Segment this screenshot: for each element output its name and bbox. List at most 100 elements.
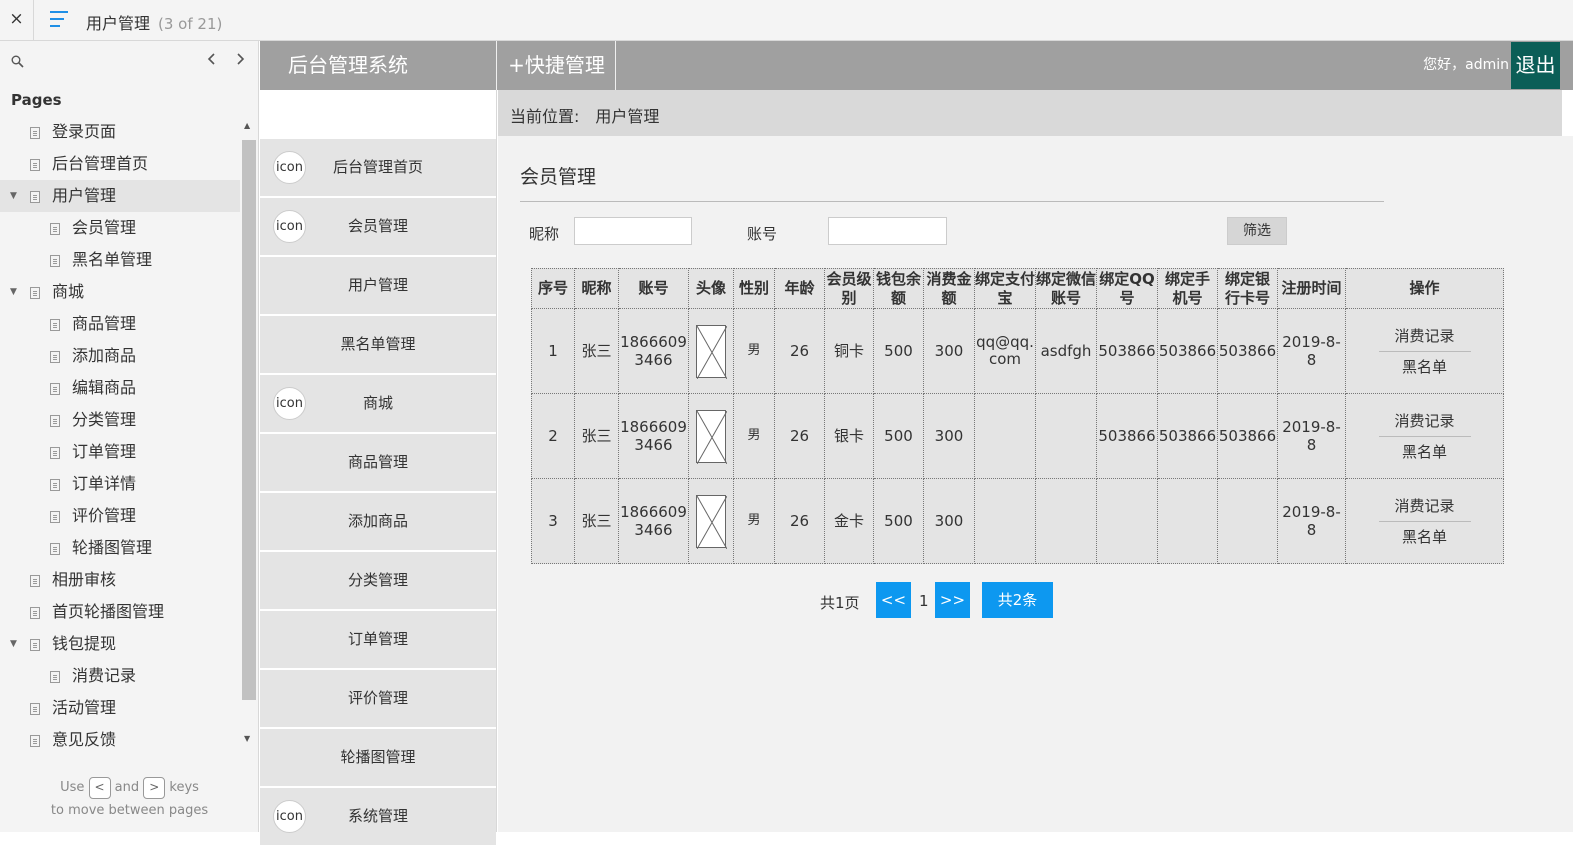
sitemap-item[interactable]: 活动管理 xyxy=(0,692,240,724)
page-count: (3 of 21) xyxy=(158,15,223,33)
sitemap-item[interactable]: 分类管理 xyxy=(0,404,240,436)
sitemap-item[interactable]: 意见反馈 xyxy=(0,724,240,756)
next-page-icon[interactable] xyxy=(235,51,245,70)
side-menu-item[interactable]: 订单管理 xyxy=(260,609,496,668)
side-menu-item[interactable]: 评价管理 xyxy=(260,668,496,727)
sitemap-item[interactable]: 订单管理 xyxy=(0,436,240,468)
actions-cell: 消费记录 黑名单 xyxy=(1345,478,1504,564)
side-menu-label: 轮播图管理 xyxy=(340,748,416,766)
pages-heading: Pages xyxy=(11,91,62,109)
side-menu-item[interactable]: 分类管理 xyxy=(260,550,496,609)
sitemap-scrollbar[interactable]: ▲ ▼ xyxy=(241,121,256,746)
cell-spent: 300 xyxy=(923,478,975,564)
sitemap-item[interactable]: 商品管理 xyxy=(0,308,240,340)
page-icon xyxy=(50,223,60,235)
viewer-toolbar: × 用户管理 (3 of 21) xyxy=(0,0,1573,41)
consumption-record-link[interactable]: 消费记录 xyxy=(1346,321,1503,351)
cell-gender: 男 xyxy=(733,393,775,479)
expand-arrow-icon[interactable]: ▼ xyxy=(10,628,17,660)
page-title-text: 用户管理 xyxy=(86,14,151,33)
blacklist-link[interactable]: 黑名单 xyxy=(1346,352,1503,382)
side-menu-label: 订单管理 xyxy=(347,630,408,648)
breadcrumb-current: 用户管理 xyxy=(595,107,660,126)
quick-manage-button[interactable]: +快捷管理 xyxy=(498,41,616,90)
cell-bank xyxy=(1217,478,1278,564)
sitemap-item[interactable]: 轮播图管理 xyxy=(0,532,240,564)
avatar-cell xyxy=(688,308,734,394)
search-icon[interactable] xyxy=(11,55,24,72)
side-menu-item[interactable]: 黑名单管理 xyxy=(260,314,496,373)
side-menu-item[interactable]: 轮播图管理 xyxy=(260,727,496,786)
sitemap-item[interactable]: 订单详情 xyxy=(0,468,240,500)
column-header: 绑定QQ号 xyxy=(1096,268,1158,309)
page-icon xyxy=(50,543,60,555)
account-input[interactable] xyxy=(828,217,947,245)
sitemap-item[interactable]: 评价管理 xyxy=(0,500,240,532)
sitemap-item[interactable]: 登录页面 xyxy=(0,116,240,148)
column-header: 账号 xyxy=(618,268,689,309)
sitemap-item[interactable]: ▼ 用户管理 xyxy=(0,180,240,212)
hamburger-menu-icon[interactable] xyxy=(50,11,68,29)
cell-date: 2019-8-8 xyxy=(1277,393,1346,479)
scroll-up-icon[interactable]: ▲ xyxy=(244,121,250,130)
blacklist-link[interactable]: 黑名单 xyxy=(1346,522,1503,552)
side-menu-label: 添加商品 xyxy=(347,512,408,530)
sitemap-item[interactable]: 添加商品 xyxy=(0,340,240,372)
sitemap-tree: 登录页面 后台管理首页 ▼ 用户管理 会员管理 黑名单管理 ▼ 商城 商品管理 添加商品 编辑商品分… xyxy=(0,116,240,756)
cell-nick: 张三 xyxy=(574,478,619,564)
sitemap-item[interactable]: 编辑商品 xyxy=(0,372,240,404)
table-row: 3 张三 18666093466 男 26 金卡 500 300 2019-8-8 消费记录 黑名单 xyxy=(531,478,1504,564)
cell-nick: 张三 xyxy=(574,393,619,479)
side-menu-spacer xyxy=(260,90,496,137)
cell-alipay xyxy=(974,478,1036,564)
cell-no: 1 xyxy=(531,308,575,394)
side-menu-item[interactable]: 商品管理 xyxy=(260,432,496,491)
prev-page-button[interactable]: << xyxy=(876,582,911,618)
side-menu-item[interactable]: 添加商品 xyxy=(260,491,496,550)
side-menu-item[interactable]: icon 后台管理首页 xyxy=(260,137,496,196)
total-items-button[interactable]: 共2条 xyxy=(982,582,1053,618)
current-page[interactable]: 1 xyxy=(919,592,929,610)
column-header: 性别 xyxy=(733,268,775,309)
scrollbar-thumb[interactable] xyxy=(242,140,256,700)
page-icon xyxy=(50,319,60,331)
side-menu-item[interactable]: 用户管理 xyxy=(260,255,496,314)
consumption-record-link[interactable]: 消费记录 xyxy=(1346,406,1503,436)
logout-button[interactable]: 退出 xyxy=(1511,42,1560,89)
next-page-button[interactable]: >> xyxy=(935,582,970,618)
expand-arrow-icon[interactable]: ▼ xyxy=(10,276,17,308)
sitemap-item[interactable]: 首页轮播图管理 xyxy=(0,596,240,628)
sitemap-item[interactable]: 消费记录 xyxy=(0,660,240,692)
scroll-down-icon[interactable]: ▼ xyxy=(244,734,250,743)
sitemap-item[interactable]: ▼ 商城 xyxy=(0,276,240,308)
sitemap-item[interactable]: 相册审核 xyxy=(0,564,240,596)
sitemap-panel: Pages 登录页面 后台管理首页 ▼ 用户管理 会员管理 黑名单管理 ▼ 商城 商品管理 添加商… xyxy=(0,41,259,832)
side-menu-label: 会员管理 xyxy=(347,217,408,235)
sitemap-item[interactable]: 后台管理首页 xyxy=(0,148,240,180)
previous-page-icon[interactable] xyxy=(207,51,217,70)
cell-spent: 300 xyxy=(923,308,975,394)
cell-phone: 503866 xyxy=(1157,393,1218,479)
blacklist-link[interactable]: 黑名单 xyxy=(1346,437,1503,467)
menu-item-icon: icon xyxy=(273,210,306,243)
consumption-record-link[interactable]: 消费记录 xyxy=(1346,491,1503,521)
sitemap-item-label: 订单详情 xyxy=(72,474,137,493)
expand-arrow-icon[interactable]: ▼ xyxy=(10,180,17,212)
side-menu-item[interactable]: icon 系统管理 xyxy=(260,786,496,845)
nickname-input[interactable] xyxy=(574,217,692,245)
sitemap-item[interactable]: 会员管理 xyxy=(0,212,240,244)
side-menu-label: 黑名单管理 xyxy=(340,335,416,353)
cell-balance: 500 xyxy=(873,393,924,479)
page-icon xyxy=(30,703,40,715)
sitemap-item-label: 商城 xyxy=(52,282,85,301)
avatar-placeholder-icon xyxy=(696,324,728,379)
column-header: 绑定支付宝 xyxy=(974,268,1036,309)
close-icon[interactable]: × xyxy=(0,0,34,40)
filter-button[interactable]: 筛选 xyxy=(1227,217,1287,245)
side-menu-item[interactable]: icon 会员管理 xyxy=(260,196,496,255)
column-header: 消费金额 xyxy=(923,268,975,309)
page-icon xyxy=(50,351,60,363)
side-menu-item[interactable]: icon 商城 xyxy=(260,373,496,432)
sitemap-item[interactable]: ▼ 钱包提现 xyxy=(0,628,240,660)
sitemap-item[interactable]: 黑名单管理 xyxy=(0,244,240,276)
